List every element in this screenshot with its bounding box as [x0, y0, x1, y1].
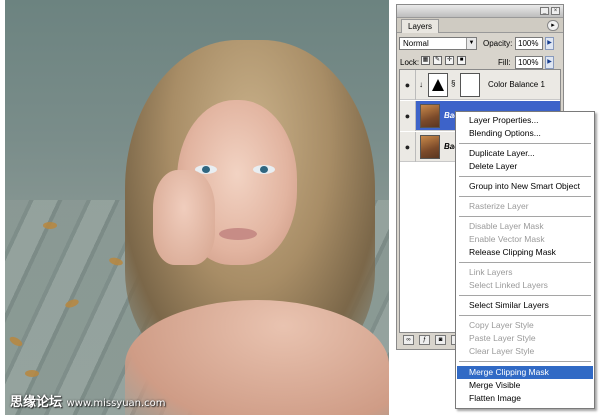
layer-style-icon[interactable]: ƒ: [419, 335, 430, 345]
lock-transparency-icon[interactable]: ▦: [421, 56, 430, 65]
menu-separator: [459, 196, 591, 197]
add-mask-icon[interactable]: ◙: [435, 335, 446, 345]
autumn-leaf: [43, 222, 57, 229]
menu-separator: [459, 216, 591, 217]
lock-position-icon[interactable]: ✛: [445, 56, 454, 65]
blend-opacity-row: Normal ▼ Opacity: 100% ▶: [397, 35, 563, 53]
clip-indicator-icon: ↓: [419, 80, 423, 89]
menu-item-group-smart-object[interactable]: Group into New Smart Object: [457, 180, 593, 193]
menu-separator: [459, 143, 591, 144]
opacity-slider-toggle-icon[interactable]: ▶: [545, 37, 554, 50]
menu-item-rasterize-layer: Rasterize Layer: [469, 201, 529, 211]
autumn-leaf: [25, 370, 39, 377]
menu-separator: [459, 361, 591, 362]
menu-item-clear-layer-style: Clear Layer Style: [469, 346, 535, 356]
document-canvas[interactable]: [5, 0, 389, 415]
minimize-icon[interactable]: _: [540, 7, 549, 15]
chain-link-icon[interactable]: §: [451, 79, 455, 88]
adjustment-thumbnail-icon: [428, 73, 448, 97]
menu-item-select-linked-layers: Select Linked Layers: [469, 280, 548, 290]
subject-lips: [219, 228, 257, 240]
eye-visibility-icon[interactable]: ●: [400, 101, 416, 131]
fill-label: Fill:: [498, 58, 511, 67]
layer-row-color-balance[interactable]: ● ↓ § Color Balance 1: [400, 70, 560, 100]
watermark-url: www.missyuan.com: [66, 398, 166, 409]
subject-hand: [153, 170, 215, 265]
close-icon[interactable]: ×: [551, 7, 560, 15]
fill-field[interactable]: 100%: [515, 56, 543, 69]
menu-item-blending-options[interactable]: Blending Options...: [457, 127, 593, 140]
subject-right-eye: [253, 165, 275, 174]
menu-item-copy-layer-style: Copy Layer Style: [469, 320, 534, 330]
menu-separator: [459, 295, 591, 296]
palette-tab-row: Layers ▸: [397, 18, 563, 33]
opacity-field[interactable]: 100%: [515, 37, 543, 50]
menu-item-disable-layer-mask: Disable Layer Mask: [469, 221, 544, 231]
menu-item-paste-layer-style: Paste Layer Style: [469, 333, 536, 343]
photo-thumbnail: [420, 135, 440, 159]
lock-image-icon[interactable]: ✎: [433, 56, 442, 65]
menu-separator: [459, 262, 591, 263]
layer-mask-thumbnail[interactable]: [460, 73, 480, 97]
photo-thumbnail: [420, 104, 440, 128]
layer-name: Color Balance 1: [488, 80, 545, 89]
menu-item-link-layers: Link Layers: [469, 267, 513, 277]
tab-layers[interactable]: Layers: [401, 19, 440, 33]
watermark-chinese: 思缘论坛: [10, 395, 63, 410]
menu-item-flatten-image[interactable]: Flatten Image: [457, 392, 593, 405]
menu-item-enable-vector-mask: Enable Vector Mask: [469, 234, 545, 244]
menu-item-release-clipping-mask[interactable]: Release Clipping Mask: [457, 246, 593, 259]
watermark: 思缘论坛 www.missyuan.com: [10, 391, 166, 410]
lock-all-icon[interactable]: ■: [457, 56, 466, 65]
palette-titlebar[interactable]: _ ×: [397, 5, 563, 18]
fill-slider-toggle-icon[interactable]: ▶: [545, 56, 554, 69]
layer-context-menu: Layer Properties... Blending Options... …: [455, 111, 595, 409]
eye-visibility-icon[interactable]: ●: [400, 70, 416, 100]
eye-visibility-icon[interactable]: ●: [400, 132, 416, 162]
link-layers-icon[interactable]: ∞: [403, 335, 414, 345]
menu-separator: [459, 176, 591, 177]
blend-mode-value: Normal: [403, 39, 429, 48]
menu-item-layer-properties[interactable]: Layer Properties...: [457, 114, 593, 127]
opacity-label: Opacity:: [483, 39, 513, 48]
menu-item-merge-visible[interactable]: Merge Visible: [457, 379, 593, 392]
menu-separator: [459, 315, 591, 316]
menu-item-duplicate-layer[interactable]: Duplicate Layer...: [457, 147, 593, 160]
menu-item-select-similar-layers[interactable]: Select Similar Layers: [457, 299, 593, 312]
palette-menu-icon[interactable]: ▸: [547, 20, 559, 31]
blend-mode-select[interactable]: Normal ▼: [399, 37, 477, 50]
menu-item-delete-layer[interactable]: Delete Layer: [457, 160, 593, 173]
chevron-down-icon: ▼: [466, 38, 476, 49]
menu-item-merge-clipping-mask[interactable]: Merge Clipping Mask: [457, 366, 593, 379]
photoshop-workspace: 思缘论坛 www.missyuan.com _ × Layers ▸ Norma…: [0, 0, 600, 415]
lock-label: Lock:: [400, 58, 420, 67]
